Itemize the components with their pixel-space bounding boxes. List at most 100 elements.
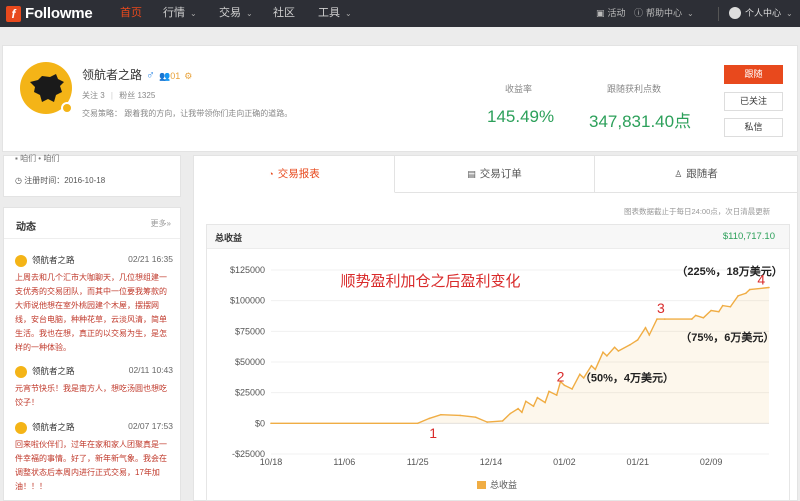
data-point <box>590 364 593 367</box>
profile-card: 领航者之路 ♂ 👥01 ⚙ 关注 3 | 粉丝 1325 交易策略： 跟着我的方向，让… <box>2 45 798 152</box>
tab-label: 跟随者 <box>686 168 718 180</box>
nav-market[interactable]: 行情 ⌄ <box>163 0 197 27</box>
chevron-down-icon: ⌄ <box>190 9 197 18</box>
follow-button[interactable]: 跟随 <box>724 65 783 84</box>
data-point <box>721 304 724 307</box>
update-note: 图表数据截止于每日24:00点，次日清晨更新 <box>624 207 771 216</box>
order-icon: ▤ <box>467 169 476 179</box>
data-point <box>644 326 647 329</box>
chevron-down-icon: ⌄ <box>687 9 694 18</box>
logo[interactable]: f Followme <box>6 4 93 23</box>
data-point <box>536 396 539 399</box>
logo-text: Followme <box>25 5 93 22</box>
data-point <box>416 422 419 425</box>
data-point <box>748 288 751 291</box>
data-point <box>486 421 489 423</box>
dynamics-title: 动态 <box>16 222 36 233</box>
follow-count[interactable]: 3 <box>100 91 104 100</box>
data-point <box>594 368 597 371</box>
help-label: 帮助中心 <box>646 8 683 18</box>
chart-header-title: 总收益 <box>215 233 243 243</box>
info-row-cut: ▪ 咱们 • 咱们 <box>15 153 59 164</box>
followme-logo-icon: f <box>6 5 21 22</box>
tab-trade-orders[interactable]: ▤ 交易订单 <box>395 156 595 193</box>
post-date: 02/07 17:53 <box>128 421 173 431</box>
register-text: 注册时间：2016-10-18 <box>24 176 106 185</box>
chart-header-total: $110,717.10 <box>722 231 775 242</box>
fans-count[interactable]: 1325 <box>137 91 155 100</box>
tab-trade-report[interactable]: ◔ 交易报表 <box>194 156 395 193</box>
data-point <box>509 412 512 415</box>
chart-annotation: 1 <box>429 425 437 441</box>
chevron-down-icon: ⌄ <box>246 9 253 18</box>
data-point <box>571 388 573 390</box>
data-point <box>691 318 693 320</box>
chart-header: 总收益 $110,717.10 <box>207 225 789 249</box>
post-author[interactable]: 领航者之路 <box>32 365 75 377</box>
strategy-text: 跟着我的方向，让我带领你们走向正确的道路。 <box>124 109 293 118</box>
nav-tools[interactable]: 工具 ⌄ <box>318 0 352 27</box>
data-point <box>664 318 666 320</box>
data-point <box>629 344 631 346</box>
strategy-label: 交易策略： <box>82 109 122 118</box>
avatar <box>15 422 27 434</box>
y-tick-label: $0 <box>255 418 265 428</box>
help-center-link[interactable]: ⓘ 帮助中心 ⌄ <box>634 0 694 27</box>
data-point <box>521 411 523 414</box>
avatar <box>15 255 27 267</box>
dynamics-card: 动态 更多» 领航者之路 02/21 16:35 上周去和几个汇市大咖聊天，几位… <box>3 207 181 501</box>
avatar <box>15 366 27 378</box>
nav-trade[interactable]: 交易 ⌄ <box>219 0 253 27</box>
return-rate-label: 收益率 <box>505 84 533 94</box>
x-tick-label: 01/21 <box>626 457 649 467</box>
data-point <box>501 420 504 422</box>
register-row: ◷ 注册时间：2016-10-18 <box>15 175 105 186</box>
nav-community[interactable]: 社区 <box>273 0 295 27</box>
chart-annotation: （75%，6万美元） <box>680 330 774 344</box>
follow-stats: 关注 3 | 粉丝 1325 <box>82 90 155 101</box>
chart-annotation: 顺势盈利加仓之后盈利变化 <box>340 273 520 290</box>
more-link[interactable]: 更多» <box>151 218 171 229</box>
tab-followers[interactable]: ♙ 跟随者 <box>595 156 797 193</box>
clock-icon: ◷ <box>15 176 22 185</box>
data-point <box>702 317 705 319</box>
chart-annotation: （50%，4万美元） <box>580 371 674 385</box>
data-point <box>555 394 558 396</box>
users-icon: 👥 <box>159 71 171 81</box>
message-button[interactable]: 私信 <box>724 118 783 137</box>
help-icon: ⓘ <box>634 8 644 18</box>
verified-badge-icon <box>61 102 73 114</box>
data-point <box>710 309 712 312</box>
x-tick-label: 10/18 <box>260 457 283 467</box>
strategy-line: 交易策略： 跟着我的方向，让我带领你们走向正确的道路。 <box>82 108 292 119</box>
info-card: ▪ 咱们 • 咱们 ◷ 注册时间：2016-10-18 <box>3 153 181 197</box>
data-point <box>602 351 604 353</box>
user-icon: ♙ <box>674 169 683 179</box>
data-point <box>606 355 608 357</box>
fans-label: 粉丝 <box>119 91 136 100</box>
avatar <box>729 6 741 19</box>
data-point <box>532 405 535 407</box>
data-point <box>459 414 461 417</box>
user-center-menu[interactable]: 个人中心 ⌄ <box>729 0 793 27</box>
y-tick-label: $50000 <box>235 357 265 367</box>
activity-link[interactable]: ▣ 活动 <box>596 0 626 27</box>
chart-annotation: 4 <box>757 272 765 288</box>
series-area <box>271 287 769 424</box>
x-tick-label: 02/09 <box>700 457 723 467</box>
profit-chart[interactable]: -$25000$0$25000$50000$75000$100000$12500… <box>207 250 789 500</box>
level-badge: 👥01 <box>159 71 180 81</box>
x-tick-label: 01/02 <box>553 457 576 467</box>
x-tick-label: 11/25 <box>407 457 429 467</box>
post-author[interactable]: 领航者之路 <box>32 421 75 433</box>
legend-label: 总收益 <box>490 479 517 490</box>
data-point <box>737 295 739 297</box>
report-icon: ◔ <box>268 169 274 179</box>
tab-label: 交易订单 <box>479 168 522 180</box>
location-icon: ▪ <box>15 154 18 163</box>
data-point <box>718 310 720 313</box>
legend-swatch <box>477 481 486 489</box>
followed-button[interactable]: 已关注 <box>724 92 783 111</box>
post-author[interactable]: 领航者之路 <box>32 254 75 266</box>
nav-home[interactable]: 首页 <box>120 0 142 27</box>
